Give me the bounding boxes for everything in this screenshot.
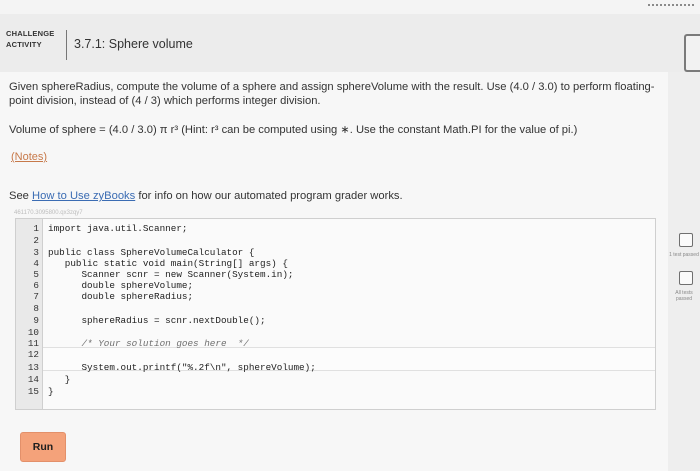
how-to-use-zybooks-link[interactable]: How to Use zyBooks	[32, 190, 135, 202]
checkbox-icon	[679, 233, 693, 247]
formula-paragraph: Volume of sphere = (4.0 / 3.0) π r³ (Hin…	[9, 124, 578, 136]
bookmark-icon[interactable]	[684, 34, 700, 72]
dots-icon	[648, 4, 694, 9]
header-divider	[66, 30, 67, 60]
solution-placeholder-comment[interactable]: /* Your solution goes here */	[48, 338, 248, 349]
activity-header: CHALLENGE ACTIVITY 3.7.1: Sphere volume	[0, 14, 700, 72]
code-line: double sphereRadius;	[48, 291, 194, 302]
activity-title: 3.7.1: Sphere volume	[74, 37, 193, 51]
line-number: 1	[33, 223, 39, 234]
test-status-label: All tests passed	[675, 290, 693, 302]
code-line: public class SphereVolumeCalculator {	[48, 247, 255, 258]
line-number: 15	[27, 386, 39, 397]
line-number: 5	[33, 269, 39, 280]
code-line: }	[48, 374, 71, 385]
line-number: 13	[27, 362, 39, 373]
line-number: 12	[27, 349, 39, 360]
test-status-label: 1 test passed	[669, 252, 699, 258]
line-number: 6	[33, 280, 39, 291]
line-number: 9	[33, 315, 39, 326]
grader-info-paragraph: See How to Use zyBooks for info on how o…	[9, 189, 669, 203]
line-number: 3	[33, 247, 39, 258]
instructions-paragraph: Given sphereRadius, compute the volume o…	[9, 81, 655, 107]
code-line: System.out.printf("%.2f\n", sphereVolume…	[48, 362, 316, 373]
code-editor[interactable]: 1 2 3 4 5 6 7 8 9 10 11 12 13 14 15 impo…	[15, 218, 656, 410]
line-number: 8	[33, 303, 39, 314]
challenge-activity-badge: CHALLENGE ACTIVITY	[6, 28, 62, 52]
badge-line1: CHALLENGE	[6, 29, 55, 38]
line-number: 2	[33, 235, 39, 246]
line-number: 7	[33, 291, 39, 302]
line-number: 10	[27, 327, 39, 338]
line-number: 14	[27, 374, 39, 385]
run-button[interactable]: Run	[20, 432, 66, 462]
see-suffix: for info on how our automated program gr…	[135, 190, 403, 202]
checkbox-icon	[679, 271, 693, 285]
code-line: }	[48, 386, 54, 397]
test-status-panel: 1 test passed All tests passed	[668, 72, 700, 471]
code-line: sphereRadius = scnr.nextDouble();	[48, 315, 266, 326]
line-number: 11	[27, 338, 39, 349]
badge-line2: ACTIVITY	[6, 40, 42, 49]
code-line: import java.util.Scanner;	[48, 223, 188, 234]
code-line: double sphereVolume;	[48, 280, 194, 291]
activity-id: 461170.3095800.qx3zqy7	[14, 210, 83, 216]
code-line: Scanner scnr = new Scanner(System.in);	[48, 269, 294, 280]
see-prefix: See	[9, 190, 33, 202]
line-number-gutter: 1 2 3 4 5 6 7 8 9 10 11 12 13 14 15	[16, 219, 43, 409]
notes-link[interactable]: (Notes)	[11, 151, 47, 163]
line-number: 4	[33, 258, 39, 269]
activity-content: Given sphereRadius, compute the volume o…	[0, 72, 668, 471]
code-line: public static void main(String[] args) {	[48, 258, 288, 269]
browser-top-strip	[0, 0, 700, 14]
